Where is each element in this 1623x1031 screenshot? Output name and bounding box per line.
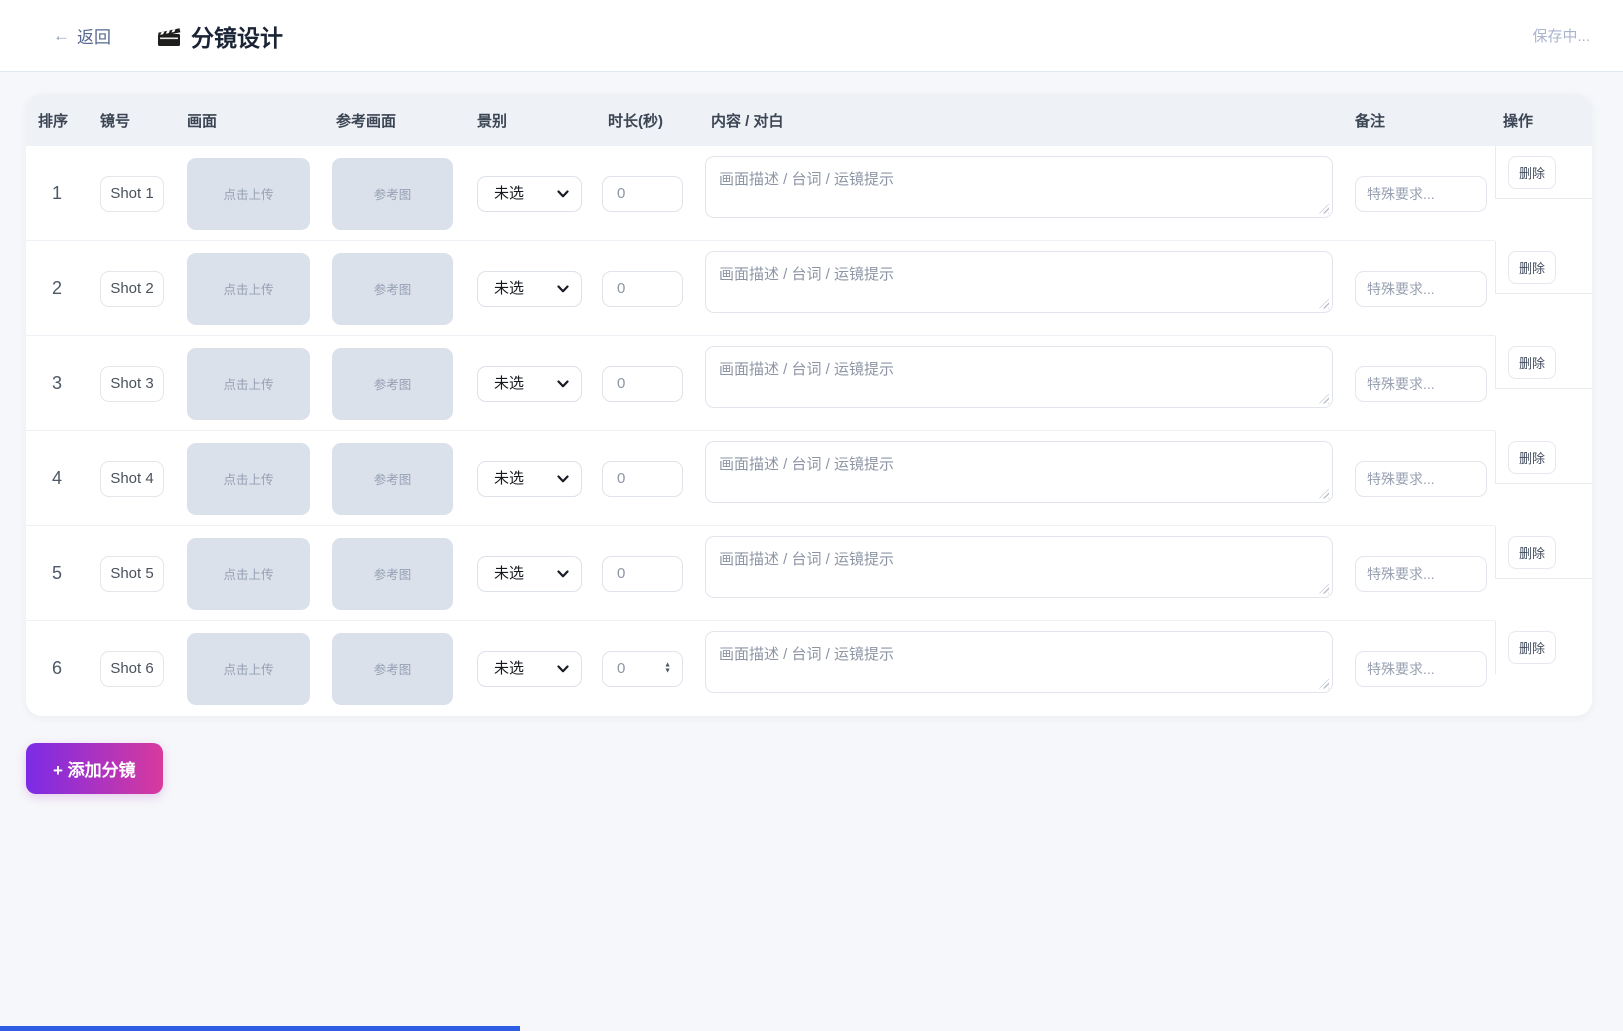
- duration-input[interactable]: [602, 556, 683, 592]
- reference-image-area[interactable]: 参考图: [332, 253, 453, 325]
- number-spinner[interactable]: ▲▼: [664, 662, 671, 675]
- header-scene: 景别: [477, 110, 602, 131]
- shot-number-input[interactable]: [100, 366, 164, 402]
- scene-type-select[interactable]: 未选: [477, 271, 582, 307]
- delete-row-button[interactable]: 删除: [1508, 346, 1556, 379]
- delete-row-button[interactable]: 删除: [1508, 251, 1556, 284]
- note-input[interactable]: [1355, 651, 1487, 687]
- storyboard-table: 排序 镜号 画面 参考画面 景别 时长(秒) 内容 / 对白 备注 操作 1 点…: [26, 94, 1592, 716]
- content-dialogue-textarea[interactable]: [705, 156, 1333, 218]
- duration-input[interactable]: [602, 271, 683, 307]
- frame-upload-area[interactable]: 点击上传: [187, 158, 310, 230]
- table-row: 1 点击上传 参考图 未选 ▲▼: [26, 146, 1592, 241]
- frame-upload-area[interactable]: 点击上传: [187, 253, 310, 325]
- header-shot: 镜号: [100, 110, 187, 131]
- header-note: 备注: [1355, 110, 1495, 131]
- duration-input[interactable]: [602, 176, 683, 212]
- header-reference: 参考画面: [332, 110, 477, 131]
- scene-type-select[interactable]: 未选: [477, 651, 582, 687]
- row-order-number: 2: [26, 278, 62, 299]
- back-label: 返回: [77, 23, 111, 48]
- top-app-bar: ← 返回 分镜设计 保存中...: [0, 0, 1623, 72]
- header-duration: 时长(秒): [602, 110, 705, 131]
- frame-upload-area[interactable]: 点击上传: [187, 348, 310, 420]
- reference-image-area[interactable]: 参考图: [332, 348, 453, 420]
- scene-type-select[interactable]: 未选: [477, 176, 582, 212]
- content-dialogue-textarea[interactable]: [705, 536, 1333, 598]
- note-input[interactable]: [1355, 366, 1487, 402]
- header-frame: 画面: [187, 110, 332, 131]
- shot-number-input[interactable]: [100, 461, 164, 497]
- frame-upload-area[interactable]: 点击上传: [187, 633, 310, 705]
- scene-type-select[interactable]: 未选: [477, 366, 582, 402]
- delete-row-button[interactable]: 删除: [1508, 156, 1556, 189]
- shot-number-input[interactable]: [100, 271, 164, 307]
- table-header-row: 排序 镜号 画面 参考画面 景别 时长(秒) 内容 / 对白 备注 操作: [26, 94, 1592, 146]
- shot-number-input[interactable]: [100, 651, 164, 687]
- delete-row-button[interactable]: 删除: [1508, 631, 1556, 664]
- shot-number-input[interactable]: [100, 176, 164, 212]
- duration-input[interactable]: [602, 366, 683, 402]
- delete-row-button[interactable]: 删除: [1508, 536, 1556, 569]
- reference-image-area[interactable]: 参考图: [332, 158, 453, 230]
- reference-image-area[interactable]: 参考图: [332, 443, 453, 515]
- table-body: 1 点击上传 参考图 未选 ▲▼: [26, 146, 1592, 716]
- note-input[interactable]: [1355, 461, 1487, 497]
- reference-image-area[interactable]: 参考图: [332, 633, 453, 705]
- row-order-number: 1: [26, 183, 62, 204]
- row-order-number: 4: [26, 468, 62, 489]
- scene-type-select[interactable]: 未选: [477, 556, 582, 592]
- frame-upload-area[interactable]: 点击上传: [187, 443, 310, 515]
- header-sort: 排序: [26, 110, 100, 131]
- back-button[interactable]: ← 返回: [53, 23, 111, 48]
- header-actions: 操作: [1495, 110, 1592, 131]
- clapper-board-icon: [156, 23, 182, 49]
- page-title: 分镜设计: [191, 19, 283, 53]
- add-shot-button[interactable]: + 添加分镜: [26, 743, 163, 794]
- header-content: 内容 / 对白: [705, 110, 1355, 131]
- shot-number-input[interactable]: [100, 556, 164, 592]
- table-row: 5 点击上传 参考图 未选 ▲▼: [26, 526, 1592, 621]
- duration-input[interactable]: [602, 461, 683, 497]
- row-order-number: 3: [26, 373, 62, 394]
- saving-status: 保存中...: [1532, 25, 1623, 46]
- scene-type-select[interactable]: 未选: [477, 461, 582, 497]
- note-input[interactable]: [1355, 176, 1487, 212]
- content-dialogue-textarea[interactable]: [705, 346, 1333, 408]
- table-row: 6 点击上传 参考图 未选 ▲▼: [26, 621, 1592, 716]
- delete-row-button[interactable]: 删除: [1508, 441, 1556, 474]
- content-dialogue-textarea[interactable]: [705, 631, 1333, 693]
- note-input[interactable]: [1355, 556, 1487, 592]
- content-dialogue-textarea[interactable]: [705, 251, 1333, 313]
- table-row: 4 点击上传 参考图 未选 ▲▼: [26, 431, 1592, 526]
- frame-upload-area[interactable]: 点击上传: [187, 538, 310, 610]
- content-dialogue-textarea[interactable]: [705, 441, 1333, 503]
- row-order-number: 5: [26, 563, 62, 584]
- bottom-scroll-strip: [0, 1026, 520, 1031]
- table-row: 3 点击上传 参考图 未选 ▲▼: [26, 336, 1592, 431]
- table-row: 2 点击上传 参考图 未选 ▲▼: [26, 241, 1592, 336]
- reference-image-area[interactable]: 参考图: [332, 538, 453, 610]
- left-arrow-icon: ←: [53, 26, 70, 46]
- note-input[interactable]: [1355, 271, 1487, 307]
- row-order-number: 6: [26, 658, 62, 679]
